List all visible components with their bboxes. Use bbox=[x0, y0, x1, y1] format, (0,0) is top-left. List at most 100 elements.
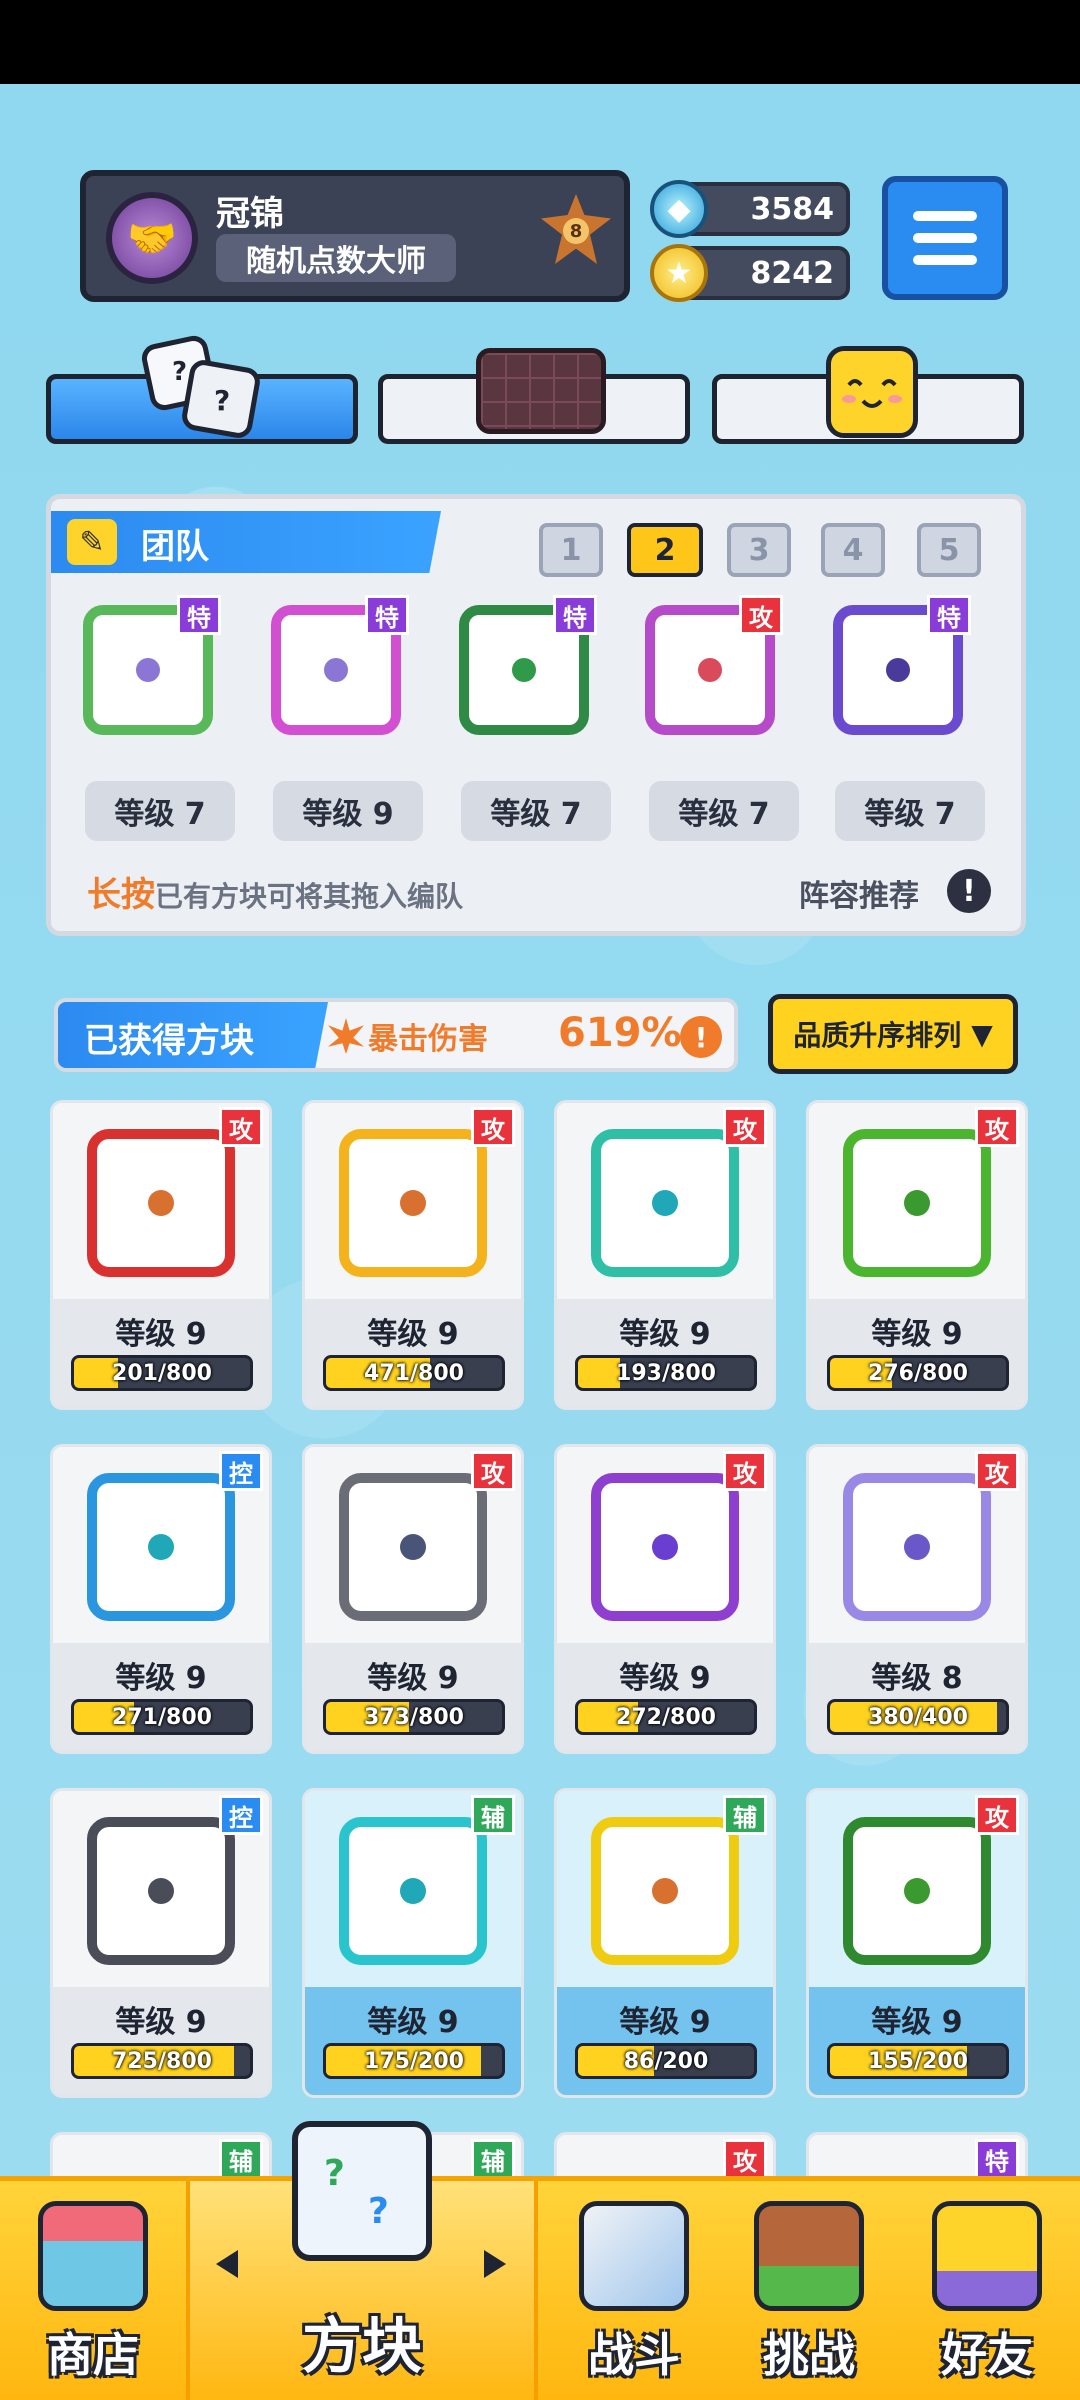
team-header: ✎ 团队 bbox=[51, 511, 441, 573]
dice-progress-text: 155/200 bbox=[868, 2048, 968, 2074]
dice-pip bbox=[904, 1190, 930, 1216]
dice-pip bbox=[886, 658, 910, 682]
dice-pip bbox=[652, 1190, 678, 1216]
dice-progress-text: 380/400 bbox=[868, 1704, 968, 1730]
nav-prev-arrow-icon[interactable] bbox=[216, 2250, 238, 2278]
team-card[interactable]: 特 bbox=[443, 589, 603, 769]
critical-value: 619% bbox=[558, 1010, 682, 1056]
team-label: 团队 bbox=[141, 527, 209, 567]
dice-card[interactable]: 攻等级 9 193/800 bbox=[554, 1100, 776, 1410]
team-card[interactable]: 攻 bbox=[629, 589, 789, 769]
sort-button[interactable]: 品质升序排列 ▼ bbox=[768, 994, 1018, 1074]
dice-card[interactable]: 攻等级 8 380/400 bbox=[806, 1444, 1028, 1754]
dice-progress-text: 471/800 bbox=[364, 1360, 464, 1386]
dice-card[interactable]: 辅等级 9 86/200 bbox=[554, 1788, 776, 2098]
dice-pip bbox=[400, 1878, 426, 1904]
dice-progress-text: 276/800 bbox=[868, 1360, 968, 1386]
dice-progress-bar: 271/800 bbox=[71, 1699, 253, 1735]
dice-progress-text: 193/800 bbox=[616, 1360, 716, 1386]
team-card-level: 等级 7 bbox=[85, 781, 235, 841]
dice-progress-text: 201/800 bbox=[112, 1360, 212, 1386]
dice-level: 等级 9 bbox=[619, 1661, 711, 1696]
team-slot-3[interactable]: 3 bbox=[727, 523, 791, 577]
dice-type-tag: 特 bbox=[365, 595, 409, 635]
dice-face bbox=[87, 1817, 235, 1965]
profile-card[interactable]: 🤝 冠锦 随机点数大师 8 bbox=[80, 170, 630, 302]
dice-type-tag: 攻 bbox=[975, 1795, 1019, 1835]
dice-card[interactable]: 控等级 9 725/800 bbox=[50, 1788, 272, 2098]
gem-icon: ◆ bbox=[650, 180, 708, 238]
dice-progress-bar: 276/800 bbox=[827, 1355, 1009, 1391]
dice-type-tag: 特 bbox=[553, 595, 597, 635]
team-card-level: 等级 7 bbox=[649, 781, 799, 841]
dice-type-tag: 攻 bbox=[975, 1107, 1019, 1147]
nav-dice[interactable]: ? ? 方块 bbox=[186, 2121, 538, 2400]
sort-label: 品质升序排列 bbox=[793, 1019, 962, 1052]
emoji-tab-icon bbox=[826, 346, 918, 438]
dice-level: 等级 9 bbox=[115, 1661, 207, 1696]
dice-progress-text: 271/800 bbox=[112, 1704, 212, 1730]
dice-progress-bar: 86/200 bbox=[575, 2043, 757, 2079]
dice-progress-bar: 380/400 bbox=[827, 1699, 1009, 1735]
challenge-sign-icon bbox=[754, 2201, 864, 2311]
dice-type-tag: 辅 bbox=[723, 1795, 767, 1835]
dice-pip bbox=[148, 1878, 174, 1904]
dice-progress-text: 725/800 bbox=[112, 2048, 212, 2074]
dice-card[interactable]: 攻等级 9 276/800 bbox=[806, 1100, 1028, 1410]
team-slot-1[interactable]: 1 bbox=[539, 523, 603, 577]
dice-type-tag: 攻 bbox=[219, 1107, 263, 1147]
dice-pip bbox=[136, 658, 160, 682]
dice-progress-text: 86/200 bbox=[623, 2048, 709, 2074]
dice-card[interactable]: 攻等级 9 373/800 bbox=[302, 1444, 524, 1754]
nav-challenge[interactable]: 挑战 bbox=[724, 2181, 894, 2400]
dice-card[interactable]: 攻等级 9 272/800 bbox=[554, 1444, 776, 1754]
dice-level: 等级 8 bbox=[871, 1661, 963, 1696]
coin-counter[interactable]: ★ 8242 bbox=[650, 244, 850, 302]
dice-pip bbox=[324, 658, 348, 682]
nav-friends[interactable]: 好友 bbox=[894, 2181, 1080, 2400]
nav-next-arrow-icon[interactable] bbox=[484, 2250, 506, 2278]
dice-pip bbox=[698, 658, 722, 682]
dice-pip bbox=[652, 1878, 678, 1904]
chevron-down-icon: ▼ bbox=[971, 1017, 993, 1051]
team-slot-4[interactable]: 4 bbox=[821, 523, 885, 577]
nav-challenge-label: 挑战 bbox=[763, 2328, 855, 2382]
dice-progress-bar: 193/800 bbox=[575, 1355, 757, 1391]
nav-battle[interactable]: 战斗 bbox=[544, 2181, 724, 2400]
dice-face bbox=[591, 1817, 739, 1965]
dice-level: 等级 9 bbox=[367, 2005, 459, 2040]
info-icon[interactable]: ! bbox=[947, 869, 991, 913]
lineup-recommend[interactable]: 阵容推荐 bbox=[799, 871, 919, 915]
gem-count: 3584 bbox=[750, 192, 835, 227]
dice-pip bbox=[148, 1534, 174, 1560]
team-card[interactable]: 特 bbox=[817, 589, 977, 769]
menu-button[interactable] bbox=[882, 176, 1008, 300]
gem-counter[interactable]: ◆ 3584 bbox=[650, 180, 850, 238]
team-slot-2[interactable]: 2 bbox=[627, 523, 703, 577]
dice-card[interactable]: 攻等级 9 201/800 bbox=[50, 1100, 272, 1410]
team-card[interactable]: 特 bbox=[255, 589, 415, 769]
dice-face bbox=[591, 1129, 739, 1277]
edit-pencil-icon[interactable]: ✎ bbox=[67, 519, 117, 565]
coin-count: 8242 bbox=[750, 256, 835, 291]
dice-level: 等级 9 bbox=[871, 1317, 963, 1352]
dice-card[interactable]: 攻等级 9 155/200 bbox=[806, 1788, 1028, 2098]
menu-line-icon bbox=[913, 255, 977, 265]
nav-battle-label: 战斗 bbox=[588, 2328, 680, 2382]
critical-info-icon[interactable]: ! bbox=[680, 1016, 722, 1058]
dice-type-tag: 攻 bbox=[723, 1451, 767, 1491]
critical-spark-icon bbox=[328, 1018, 364, 1054]
dice-card[interactable]: 控等级 9 271/800 bbox=[50, 1444, 272, 1754]
dice-card[interactable]: 辅等级 9 175/200 bbox=[302, 1788, 524, 2098]
dice-card[interactable]: 攻等级 9 471/800 bbox=[302, 1100, 524, 1410]
nav-shop[interactable]: 商店 bbox=[0, 2181, 186, 2400]
dice-face bbox=[339, 1817, 487, 1965]
team-slot-5[interactable]: 5 bbox=[917, 523, 981, 577]
dice-pip bbox=[400, 1190, 426, 1216]
coin-icon: ★ bbox=[650, 244, 708, 302]
dice-type-tag: 攻 bbox=[723, 1107, 767, 1147]
dice-level: 等级 9 bbox=[367, 1661, 459, 1696]
dice-type-tag: 辅 bbox=[471, 1795, 515, 1835]
team-card[interactable]: 特 bbox=[67, 589, 227, 769]
dice-type-tag: 攻 bbox=[739, 595, 783, 635]
